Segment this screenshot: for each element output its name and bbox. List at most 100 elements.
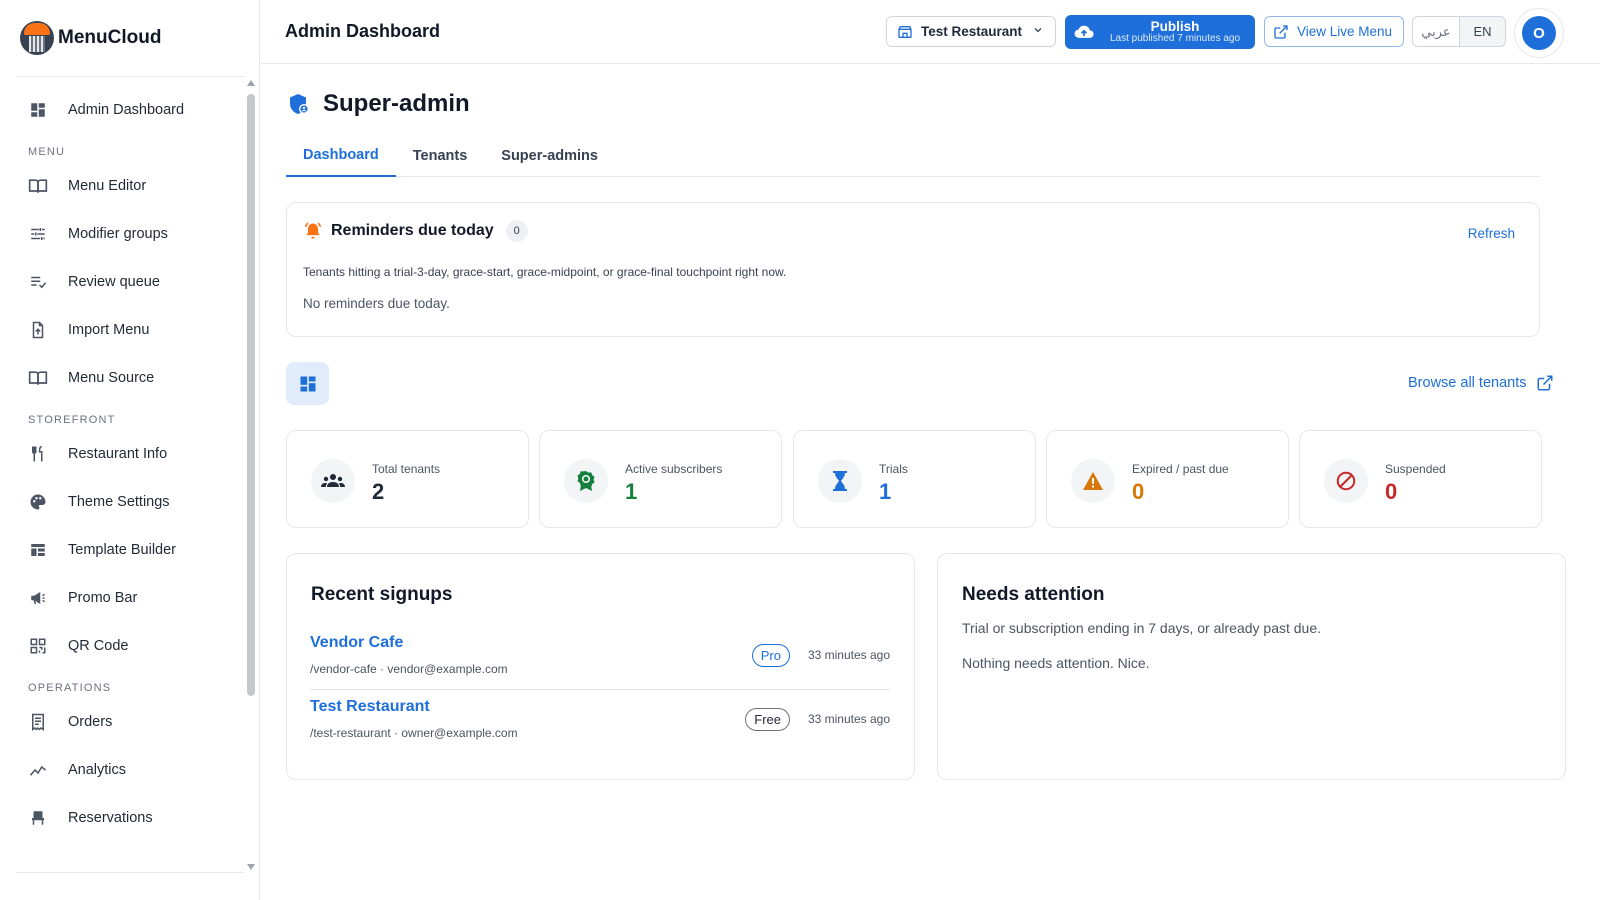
tenant-slug: /test-restaurant <box>310 726 391 740</box>
browse-all-tenants-link[interactable]: Browse all tenants <box>1408 374 1554 392</box>
groups-icon <box>311 459 355 503</box>
publish-button[interactable]: Publish Last published 7 minutes ago <box>1065 15 1255 49</box>
sidebar-item-review-queue[interactable]: Review queue <box>16 258 244 306</box>
publish-status: Last published 7 minutes ago <box>1109 32 1241 44</box>
qr-code-icon <box>28 636 48 656</box>
reminders-description: Tenants hitting a trial-3-day, grace-sta… <box>303 265 787 279</box>
plan-badge: Free <box>745 708 790 731</box>
tab-tenants[interactable]: Tenants <box>396 134 485 177</box>
receipt-icon <box>28 712 48 732</box>
reminders-count-badge: 0 <box>505 220 528 242</box>
tenant-name-link[interactable]: Test Restaurant <box>310 698 430 716</box>
sidebar-item-import-menu[interactable]: Import Menu <box>16 306 244 354</box>
sidebar-item-label: QR Code <box>68 638 129 654</box>
menu-book-icon <box>28 176 48 196</box>
file-upload-icon <box>28 320 48 340</box>
scrollbar-thumb[interactable] <box>247 94 255 696</box>
sidebar-divider <box>16 872 244 873</box>
lang-arabic-button[interactable]: عربي <box>1413 17 1459 46</box>
tenant-selector-label: Test Restaurant <box>921 24 1023 39</box>
warning-icon <box>1071 459 1115 503</box>
sidebar-item-reservations[interactable]: Reservations <box>16 794 244 842</box>
page-header: Super-admin <box>287 90 470 118</box>
sidebar-nav: Admin Dashboard MENU Menu Editor Modifier g… <box>16 86 244 870</box>
avatar: O <box>1522 16 1556 50</box>
recent-signups-title: Recent signups <box>311 584 453 605</box>
sidebar-item-label: Restaurant Info <box>68 446 168 462</box>
open-external-icon <box>1273 24 1289 40</box>
sidebar-scrollbar[interactable] <box>247 80 255 870</box>
hourglass-icon <box>818 459 862 503</box>
dashboard-icon <box>28 100 48 120</box>
stat-value: 1 <box>625 479 638 504</box>
sidebar-item-label: Orders <box>68 714 113 730</box>
browse-all-tenants-label: Browse all tenants <box>1408 375 1527 391</box>
dashboard-icon <box>298 374 318 394</box>
sidebar-item-label: Review queue <box>68 274 160 290</box>
reminders-card: Reminders due today 0 Refresh Tenants hi… <box>286 202 1540 337</box>
tenant-name-link[interactable]: Vendor Cafe <box>310 634 403 652</box>
stat-label: Total tenants <box>372 462 441 476</box>
stat-value: 2 <box>372 479 385 504</box>
sidebar-section-storefront: STOREFRONT <box>28 414 116 426</box>
sidebar-item-promo-bar[interactable]: Promo Bar <box>16 574 244 622</box>
view-live-menu-button[interactable]: View Live Menu <box>1264 16 1404 47</box>
reminders-title: Reminders due today <box>331 222 494 239</box>
stat-value: 0 <box>1385 479 1398 504</box>
sidebar-item-label: Template Builder <box>68 542 176 558</box>
signup-time: 33 minutes ago <box>807 648 890 662</box>
sidebar-item-analytics[interactable]: Analytics <box>16 746 244 794</box>
signup-time: 33 minutes ago <box>807 712 890 726</box>
tab-dashboard[interactable]: Dashboard <box>286 134 396 177</box>
stat-card-total-tenants: Total tenants 2 <box>286 430 529 528</box>
sidebar-item-modifier-groups[interactable]: Modifier groups <box>16 210 244 258</box>
sidebar-section-menu: MENU <box>28 146 66 158</box>
sidebar-item-orders[interactable]: Orders <box>16 698 244 746</box>
sidebar-item-menu-source[interactable]: Menu Source <box>16 354 244 402</box>
language-switcher: عربي EN <box>1412 16 1506 47</box>
row-divider <box>310 689 890 690</box>
chevron-down-icon <box>1032 24 1044 39</box>
sidebar-item-restaurant-info[interactable]: Restaurant Info <box>16 430 244 478</box>
sidebar-item-label: Admin Dashboard <box>68 102 185 118</box>
scroll-down-arrow-icon[interactable] <box>247 864 255 870</box>
tune-icon <box>28 224 48 244</box>
sidebar-item-qr-code[interactable]: QR Code <box>16 622 244 670</box>
lang-english-button[interactable]: EN <box>1459 17 1505 46</box>
palette-icon <box>28 492 48 512</box>
tenant-email: vendor@example.com <box>387 662 508 676</box>
needs-attention-description: Trial or subscription ending in 7 days, … <box>962 620 1322 636</box>
dashboard-tile <box>286 362 329 405</box>
reminders-empty-state: No reminders due today. <box>303 296 450 311</box>
table-chair-icon <box>28 808 48 828</box>
needs-attention-title: Needs attention <box>962 584 1105 605</box>
analytics-icon <box>28 760 48 780</box>
brand-logo <box>20 21 54 55</box>
stat-card-active-subscribers: Active subscribers 1 <box>539 430 782 528</box>
list-item: Test Restaurant/test-restaurant · owner@… <box>310 698 890 754</box>
scroll-up-arrow-icon[interactable] <box>247 80 255 86</box>
tenant-selector[interactable]: Test Restaurant <box>886 16 1056 47</box>
stat-label: Trials <box>879 462 908 476</box>
tab-super-admins[interactable]: Super-admins <box>484 134 615 177</box>
award-icon <box>564 459 608 503</box>
brand[interactable]: MenuCloud <box>20 18 161 58</box>
page-title: Super-admin <box>323 90 470 117</box>
sidebar: MenuCloud Admin Dashboard MENU Menu Editor… <box>0 0 260 900</box>
brand-name: MenuCloud <box>58 27 162 48</box>
sidebar-item-theme-settings[interactable]: Theme Settings <box>16 478 244 526</box>
admin-shield-icon <box>287 92 311 116</box>
topbar-title: Admin Dashboard <box>285 21 441 41</box>
sidebar-item-label: Analytics <box>68 762 127 778</box>
sidebar-item-template-builder[interactable]: Template Builder <box>16 526 244 574</box>
tenant-email: owner@example.com <box>401 726 518 740</box>
bell-icon <box>303 221 323 241</box>
user-menu[interactable]: O <box>1514 8 1564 58</box>
template-icon <box>28 540 48 560</box>
sidebar-item-label: Menu Editor <box>68 178 147 194</box>
sidebar-item-menu-editor[interactable]: Menu Editor <box>16 162 244 210</box>
refresh-button[interactable]: Refresh <box>1468 226 1515 241</box>
needs-attention-card: Needs attention Trial or subscription en… <box>937 553 1566 780</box>
sidebar-item-admin-dashboard[interactable]: Admin Dashboard <box>16 86 244 134</box>
sidebar-item-label: Reservations <box>68 810 153 826</box>
